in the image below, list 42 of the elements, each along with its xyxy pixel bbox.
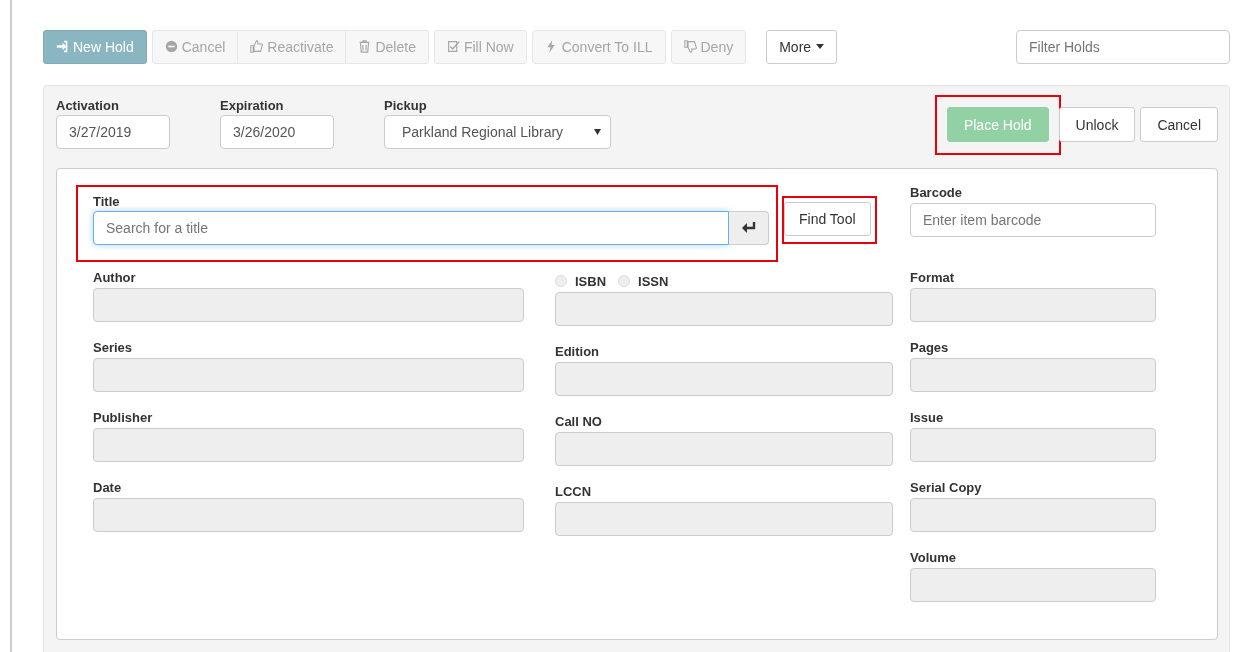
minus-circle-icon — [164, 40, 178, 53]
more-dropdown-button[interactable]: More — [766, 29, 838, 64]
radio-label: ISBN — [575, 273, 607, 289]
field-label: LCCN — [555, 484, 593, 499]
field-label: Volume — [910, 550, 957, 565]
radio-button[interactable] — [555, 275, 567, 287]
field-label: Call NO — [555, 414, 603, 429]
field-label: Pickup — [384, 98, 428, 113]
field-label: Edition — [555, 344, 601, 359]
field-label: Expiration — [220, 98, 285, 113]
field-label: Author — [93, 270, 137, 285]
pickup-select[interactable]: Parkland Regional Library — [384, 115, 611, 149]
trash-icon — [358, 40, 372, 53]
field-label: Activation — [56, 98, 120, 113]
action-button[interactable]: Cancel — [1140, 107, 1218, 142]
radio-label: ISSN — [638, 273, 669, 289]
enter-icon — [741, 222, 756, 234]
caret-icon — [816, 44, 825, 49]
date-field[interactable]: 3/26/2020 — [220, 115, 334, 149]
title-search-field[interactable]: Search for a title — [93, 211, 729, 245]
check-square-icon — [446, 40, 460, 53]
field-label: Issue — [910, 410, 945, 425]
field-label: Barcode — [910, 185, 964, 200]
enter-button[interactable] — [729, 211, 769, 245]
find-tool-button[interactable]: Find Tool — [784, 202, 871, 236]
date-field[interactable]: 3/27/2019 — [56, 115, 170, 149]
sign-in-icon — [56, 40, 69, 53]
action-button[interactable]: Unlock — [1058, 107, 1136, 142]
filter-field[interactable]: Filter Holds — [1016, 29, 1230, 64]
toolbar-button[interactable]: New Hold — [43, 29, 147, 64]
field-label: Pages — [910, 340, 950, 355]
field-label: Format — [910, 270, 956, 285]
thumbs-down-icon — [683, 40, 697, 53]
field-label: Publisher — [93, 410, 154, 425]
field-label: Serial Copy — [910, 480, 983, 495]
field-label: Date — [93, 480, 123, 495]
thumbs-up-icon — [250, 40, 264, 53]
radio-button[interactable] — [618, 275, 631, 287]
field-label: Title — [93, 194, 121, 209]
barcode-field[interactable]: Enter item barcode — [910, 203, 1156, 237]
field-label: Series — [93, 340, 134, 355]
caret-icon — [594, 129, 601, 135]
